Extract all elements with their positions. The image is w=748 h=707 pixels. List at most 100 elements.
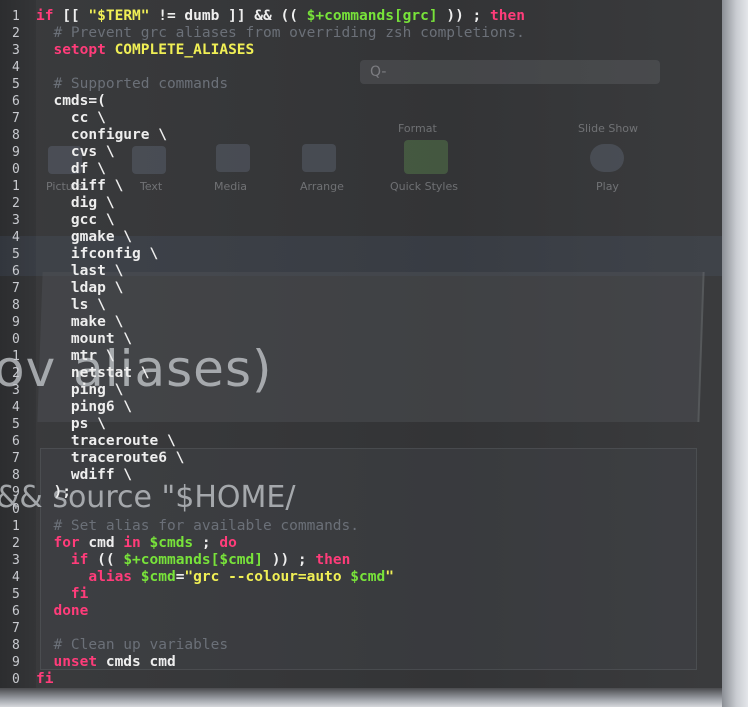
line-text: traceroute6 \: [36, 450, 185, 467]
line-number: 9: [12, 485, 20, 500]
code-token: fi: [36, 671, 54, 687]
line-text: ifconfig \: [36, 246, 158, 263]
code-token: ifconfig \: [36, 246, 159, 262]
code-token: unset: [36, 654, 106, 670]
code-token: if: [36, 8, 63, 24]
code-token: if: [36, 552, 98, 568]
code-token: last \: [36, 263, 124, 279]
line-text: # Prevent grc aliases from overriding zs…: [36, 25, 525, 42]
line-number: 2: [12, 26, 20, 41]
line-number: 8: [12, 298, 20, 313]
line-text: diff \: [36, 178, 123, 195]
code-token: do: [219, 535, 237, 551]
line-number: 6: [12, 434, 20, 449]
code-token: # Set alias for available commands.: [36, 518, 360, 534]
code-token: ping6 \: [36, 399, 133, 415]
line-text: cvs \: [36, 144, 115, 161]
code-token: );: [36, 484, 71, 500]
line-number: 8: [12, 468, 20, 483]
line-text: ls \: [36, 297, 106, 314]
code-token: traceroute6 \: [36, 450, 185, 466]
line-text: cmds=(: [36, 93, 105, 110]
line-number: 8: [12, 128, 20, 143]
code-token: dig \: [36, 195, 115, 211]
line-text: # Supported commands: [36, 76, 228, 93]
line-number: 0: [12, 162, 20, 177]
line-text: gmake \: [36, 229, 132, 246]
code-token: make \: [36, 314, 124, 330]
line-text: ps \: [36, 416, 106, 433]
line-number: 7: [12, 111, 20, 126]
line-text: netstat \: [36, 365, 150, 382]
code-token: # Supported commands: [36, 76, 229, 92]
code-token: netstat \: [36, 365, 150, 381]
line-number: 8: [12, 638, 20, 653]
line-number: 6: [12, 94, 20, 109]
code-token: alias: [36, 569, 141, 585]
code-token: ps \: [36, 416, 106, 432]
line-number: 4: [12, 60, 20, 75]
code-token: cvs \: [36, 144, 115, 160]
line-number: 4: [12, 570, 20, 585]
code-token: # Prevent grc aliases from overriding zs…: [36, 25, 525, 41]
code-token: in: [123, 535, 150, 551]
line-number: 2: [12, 196, 20, 211]
line-number: 1: [12, 179, 20, 194]
code-token: $cmds: [149, 535, 194, 551]
line-number: 2: [12, 366, 20, 381]
code-token: != dumb ]] && ((: [149, 8, 307, 24]
line-text: ping6 \: [36, 399, 132, 416]
code-token: cmds cmd: [105, 654, 176, 670]
code-token: then: [315, 552, 351, 568]
code-token: ": [385, 569, 394, 585]
line-number: 0: [12, 672, 20, 687]
line-text: dig \: [36, 195, 115, 212]
code-token: ls \: [36, 297, 106, 313]
code-token: $cmd: [140, 569, 176, 585]
line-number: 1: [12, 519, 20, 534]
line-text: gcc \: [36, 212, 115, 229]
line-text: ping \: [36, 382, 123, 399]
code-token: )) ;: [437, 8, 490, 24]
code-token: mtr \: [36, 348, 115, 364]
line-text: mount \: [36, 331, 132, 348]
line-number: 1: [12, 9, 20, 24]
code-token: mount \: [36, 331, 133, 347]
code-token: ((: [97, 552, 124, 568]
code-token: cmd: [88, 535, 124, 551]
line-number: 1: [12, 349, 20, 364]
window-right-edge: [722, 0, 748, 707]
line-number: 3: [12, 213, 20, 228]
line-text: if [[ "$TERM" != dumb ]] && (( $+command…: [36, 8, 525, 25]
line-text: wdiff \: [36, 467, 132, 484]
code-token: [[: [62, 8, 89, 24]
line-number: 7: [12, 281, 20, 296]
line-number: 5: [12, 77, 20, 92]
code-token: fi: [36, 586, 89, 602]
line-number: 7: [12, 451, 20, 466]
code-token: diff \: [36, 178, 124, 194]
code-token: )) ;: [263, 552, 316, 568]
line-number: 0: [12, 502, 20, 517]
line-text: alias $cmd="grc --colour=auto $cmd": [36, 569, 394, 586]
code-token: for: [36, 535, 89, 551]
code-token: gcc \: [36, 212, 115, 228]
code-token: COMPLETE_ALIASES: [114, 42, 255, 58]
line-text: cc \: [36, 110, 106, 127]
code-token: setopt: [36, 42, 115, 58]
code-token: done: [36, 603, 89, 619]
window-bottom-edge: [0, 688, 722, 707]
line-text: # Clean up variables: [36, 637, 228, 654]
code-token: ldap \: [36, 280, 124, 296]
line-number: 0: [12, 332, 20, 347]
line-text: traceroute \: [36, 433, 176, 450]
line-text: configure \: [36, 127, 167, 144]
line-text: last \: [36, 263, 123, 280]
line-text: ldap \: [36, 280, 123, 297]
code-token: $+commands[$cmd]: [123, 552, 263, 568]
line-number: 6: [12, 264, 20, 279]
line-text: fi: [36, 586, 88, 603]
code-token: then: [490, 8, 525, 24]
line-number: 7: [12, 621, 20, 636]
line-text: if (( $+commands[$cmd] )) ; then: [36, 552, 350, 569]
